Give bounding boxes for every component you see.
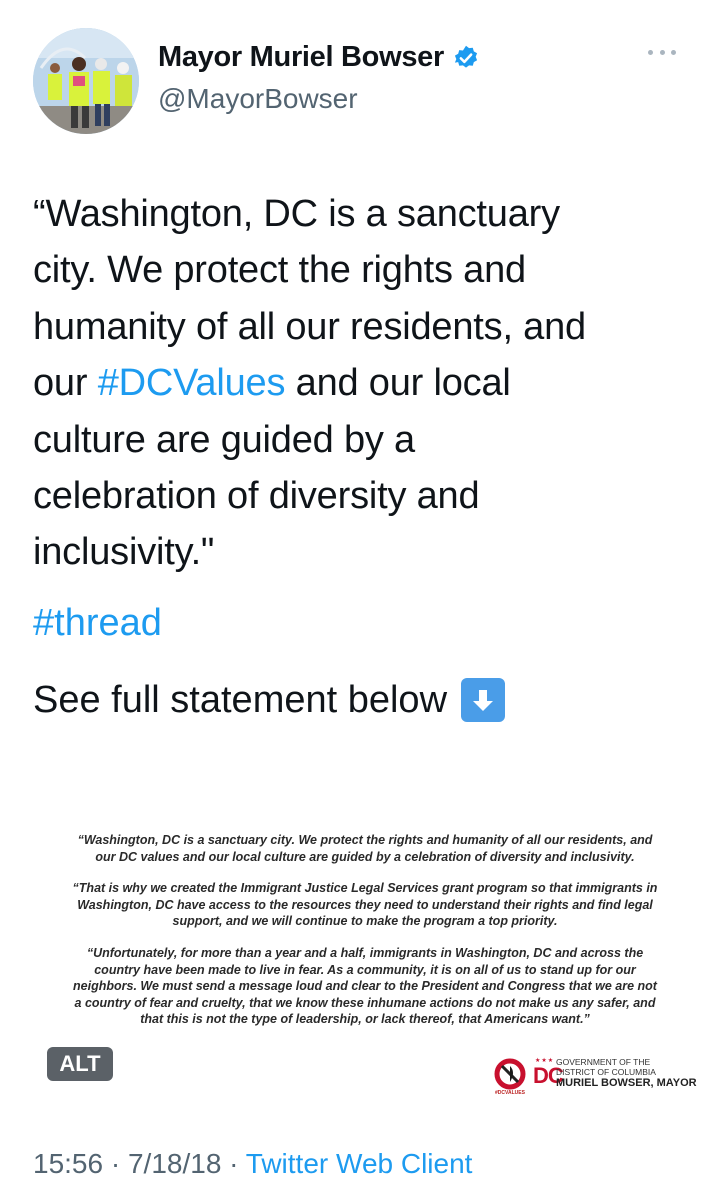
tweet-line-text: and our local	[285, 362, 511, 405]
author-handle[interactable]: @MayorBowser	[158, 83, 358, 115]
avatar-photo	[33, 28, 139, 134]
tweet-timestamp: 15:56 · 7/18/18 · Twitter Web Client	[33, 1148, 472, 1180]
more-dot	[671, 49, 676, 55]
avatar[interactable]	[33, 28, 139, 134]
gov-mayor: MURIEL BOWSER, MAYOR	[556, 1077, 697, 1089]
statement-text: “Washington, DC is a sanctuary city. We …	[70, 832, 660, 1043]
down-arrow-emoji-icon	[461, 678, 506, 722]
tweet-line: humanity of all our residents, and	[33, 305, 586, 348]
statement-paragraph: “Washington, DC is a sanctuary city. We …	[77, 833, 653, 864]
tweet-line: culture are guided by a	[33, 418, 415, 461]
dcvalues-logo: #DCVALUES	[492, 1058, 528, 1098]
statement-image[interactable]: “Washington, DC is a sanctuary city. We …	[30, 800, 697, 1114]
down-arrow-glyph-icon	[473, 690, 494, 711]
tweet-date[interactable]: 7/18/18	[128, 1148, 221, 1179]
statement-paragraph: “Unfortunately, for more than a year and…	[73, 945, 657, 1027]
dcvalues-mark-icon	[494, 1058, 526, 1090]
see-full-statement: See full statement below	[33, 678, 506, 722]
hashtag-thread-link[interactable]: #thread	[33, 602, 162, 645]
tweet-line-text: our	[33, 362, 98, 405]
more-options-icon[interactable]	[648, 45, 676, 59]
tweet-time[interactable]: 15:56	[33, 1148, 103, 1179]
tweet-source-link[interactable]: Twitter Web Client	[246, 1148, 473, 1179]
tweet-line: inclusivity."	[33, 531, 215, 574]
tweet-text: “Washington, DC is a sanctuary city. We …	[33, 186, 693, 581]
see-full-text: See full statement below	[33, 678, 448, 721]
gov-line-1: GOVERNMENT OF THE	[556, 1057, 651, 1067]
gov-line-2: DISTRICT OF COLUMBIA	[556, 1067, 656, 1077]
statement-paragraph: “That is why we created the Immigrant Ju…	[72, 881, 658, 929]
tweet-line: celebration of diversity and	[33, 475, 480, 518]
author-display-name[interactable]: Mayor Muriel Bowser	[158, 41, 480, 74]
dc-government-logo: ★★★ DC GOVERNMENT OF THE DISTRICT OF COL…	[533, 1057, 697, 1093]
separator: ·	[221, 1148, 246, 1179]
dcvalues-text: #DCVALUES	[495, 1090, 525, 1096]
more-dot	[659, 49, 665, 55]
tweet-line: our #DCValues and our local	[33, 355, 693, 411]
display-name-text: Mayor Muriel Bowser	[158, 41, 444, 73]
verified-badge-icon	[454, 45, 478, 68]
hashtag-dcvalues-link[interactable]: #DCValues	[98, 362, 286, 404]
more-dot	[648, 49, 653, 55]
separator: ·	[103, 1148, 128, 1179]
tweet-line: “Washington, DC is a sanctuary	[33, 193, 560, 235]
alt-badge-button[interactable]: ALT	[47, 1047, 113, 1081]
tweet-line: city. We protect the rights and	[33, 249, 526, 292]
